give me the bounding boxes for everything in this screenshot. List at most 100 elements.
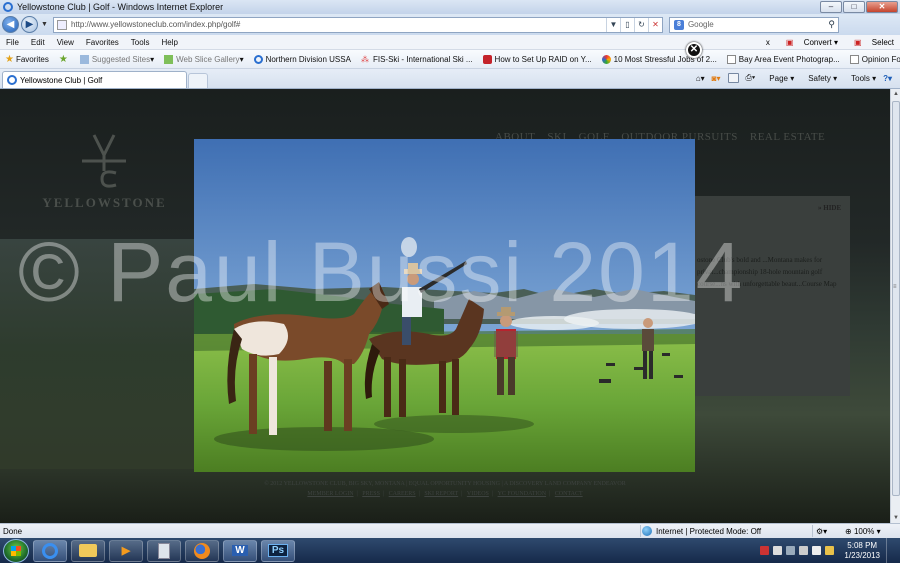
system-clock[interactable]: 5:08 PM 1/23/2013 — [844, 541, 880, 561]
favorite-link-suggested-sites[interactable]: Suggested Sites ▾ — [75, 54, 159, 64]
tray-app-icon[interactable] — [786, 546, 796, 555]
zoom-control[interactable]: ⊕ 100% ▾ — [845, 527, 881, 536]
fav-label: Suggested Sites — [91, 54, 151, 64]
taskbar-internet-explorer[interactable] — [33, 539, 67, 562]
folder-icon — [79, 544, 97, 557]
start-button[interactable] — [3, 538, 29, 563]
search-box[interactable]: 8 Google ⚲ — [668, 16, 839, 33]
favorite-link-fis-ski[interactable]: ⁂ FIS-Ski - International Ski ... — [356, 55, 478, 64]
taskbar-word[interactable]: W — [223, 539, 257, 562]
firefox-icon — [194, 542, 210, 559]
show-desktop-button[interactable] — [886, 538, 894, 563]
tab-ie-icon — [7, 75, 17, 85]
nav-real-estate[interactable]: REAL ESTATE — [750, 131, 825, 143]
favorites-bar: ★ Favorites ★ Suggested Sites ▾ Web Slic… — [0, 50, 900, 69]
favorite-link-stressful-jobs[interactable]: 10 Most Stressful Jobs of 2... — [597, 54, 722, 64]
scroll-down-icon[interactable]: ▼ — [891, 513, 900, 523]
maximize-button[interactable]: □ — [843, 1, 865, 13]
tray-volume-icon[interactable] — [812, 546, 822, 555]
favorites-label: Favorites — [15, 54, 49, 64]
close-toolbar-button[interactable]: x — [766, 38, 770, 47]
address-dropdown-icon[interactable]: ▼ — [605, 17, 620, 32]
menu-file[interactable]: File — [0, 38, 25, 47]
menu-edit[interactable]: Edit — [25, 38, 51, 47]
select-button[interactable]: ▣ Select — [846, 38, 894, 47]
footer-link-careers[interactable]: CAREERS — [389, 491, 416, 497]
footer-link-videos[interactable]: VIDEOS — [467, 491, 489, 497]
window-title-bar[interactable]: Yellowstone Club | Golf - Windows Intern… — [0, 0, 900, 14]
page-menu[interactable]: Page ▾ — [762, 74, 794, 83]
web-slice-icon — [164, 54, 174, 64]
status-text: Done — [3, 526, 23, 536]
tools-menu[interactable]: Tools ▾ — [844, 74, 876, 83]
menu-favorites[interactable]: Favorites — [80, 38, 125, 47]
favorite-link-northern-division[interactable]: Northern Division USSA — [249, 54, 356, 64]
history-dropdown-icon[interactable]: ▼ — [41, 21, 48, 28]
read-mail-icon[interactable] — [727, 73, 739, 83]
footer-link-contact[interactable]: CONTACT — [555, 491, 583, 497]
security-zone[interactable]: Internet | Protected Mode: Off — [642, 526, 761, 536]
footer-link-ski-report[interactable]: SKI REPORT — [424, 491, 458, 497]
command-bar: ⌂▾ ◙▾ ⎙▾ Page ▾ Safety ▾ Tools ▾ ?▾ — [689, 69, 900, 87]
taskbar-calculator[interactable] — [147, 539, 181, 562]
lightbox-close-button[interactable]: ✕ — [686, 42, 702, 58]
address-field[interactable]: http://www.yellowstoneclub.com/index.php… — [52, 16, 663, 33]
favorite-link-opinion-forum[interactable]: Opinion Forum » Ski Raci... — [845, 54, 900, 64]
word-icon: W — [232, 545, 248, 556]
tray-warning-icon[interactable] — [760, 546, 770, 555]
window-title: Yellowstone Club | Golf - Windows Intern… — [17, 2, 224, 12]
protected-mode-icon[interactable]: ⚙▾ — [816, 527, 827, 536]
yellowstone-club-logo[interactable]: YELLOWSTONE — [22, 133, 187, 213]
tab-yellowstone-golf[interactable]: Yellowstone Club | Golf — [2, 71, 187, 88]
print-icon[interactable]: ⎙▾ — [746, 73, 756, 83]
refresh-icon[interactable]: ↻ — [633, 17, 648, 32]
footer-link-press[interactable]: PRESS — [362, 491, 380, 497]
safety-menu[interactable]: Safety ▾ — [801, 74, 837, 83]
favorite-link-raid[interactable]: How to Set Up RAID on Y... — [478, 54, 597, 64]
favorite-link-web-slice-gallery[interactable]: Web Slice Gallery ▾ — [159, 54, 248, 64]
favorites-button[interactable]: ★ Favorites — [0, 54, 54, 65]
minimize-button[interactable]: – — [820, 1, 842, 13]
home-icon[interactable]: ⌂▾ — [696, 74, 705, 83]
forward-button[interactable]: ▶ — [21, 16, 38, 33]
photoshop-icon: Ps — [267, 544, 289, 557]
page-menu-label: Page — [769, 73, 788, 83]
search-input[interactable]: Google — [688, 20, 714, 29]
footer-link-yc-foundation[interactable]: YC FOUNDATION — [498, 491, 547, 497]
tray-network-icon[interactable] — [773, 546, 783, 555]
url-text[interactable]: http://www.yellowstoneclub.com/index.php… — [71, 20, 240, 29]
fav-label: Northern Division USSA — [265, 54, 351, 64]
favorite-link-bay-area-event[interactable]: Bay Area Event Photograp... — [722, 54, 845, 64]
hide-panel-link[interactable]: » HIDE — [818, 204, 841, 212]
menu-help[interactable]: Help — [155, 38, 183, 47]
logo-wordmark: YELLOWSTONE — [42, 195, 167, 210]
add-to-favorites-bar-button[interactable]: ★ — [54, 54, 75, 65]
feeds-icon[interactable]: ◙▾ — [712, 74, 721, 83]
scrollbar-thumb[interactable] — [892, 101, 900, 496]
tray-usb-icon[interactable] — [799, 546, 809, 555]
web-page-viewport[interactable]: YELLOWSTONE ABOUT SKI GOLF OUTDOOR PURSU… — [0, 89, 890, 523]
taskbar-media-player[interactable]: ▶ — [109, 539, 143, 562]
tray-flag-icon[interactable] — [825, 546, 835, 555]
help-icon[interactable]: ?▾ — [883, 74, 892, 83]
menu-tools[interactable]: Tools — [125, 38, 156, 47]
rainbow-icon — [601, 54, 611, 64]
back-button[interactable]: ◀ — [2, 16, 19, 33]
taskbar-windows-explorer[interactable] — [71, 539, 105, 562]
internet-zone-icon — [642, 526, 652, 536]
fis-icon: ⁂ — [360, 54, 369, 64]
search-icon[interactable]: ⚲ — [828, 19, 835, 30]
taskbar-photoshop[interactable]: Ps — [261, 539, 295, 562]
compatibility-view-icon[interactable]: ▯ — [619, 17, 634, 32]
convert-button[interactable]: ▣ Convert ▾ — [778, 38, 838, 47]
close-window-button[interactable]: ✕ — [866, 1, 898, 13]
new-tab-button[interactable] — [188, 73, 208, 88]
footer-link-member-login[interactable]: MEMBER LOGIN — [307, 491, 353, 497]
lightbox-photo[interactable] — [194, 139, 695, 472]
pdf-icon: ▣ — [785, 37, 794, 47]
vertical-scrollbar[interactable]: ▲ ≡ ▼ — [890, 89, 900, 523]
menu-view[interactable]: View — [51, 38, 80, 47]
taskbar-firefox[interactable] — [185, 539, 219, 562]
scroll-up-icon[interactable]: ▲ — [891, 89, 900, 99]
stop-icon[interactable]: ✕ — [647, 17, 662, 32]
